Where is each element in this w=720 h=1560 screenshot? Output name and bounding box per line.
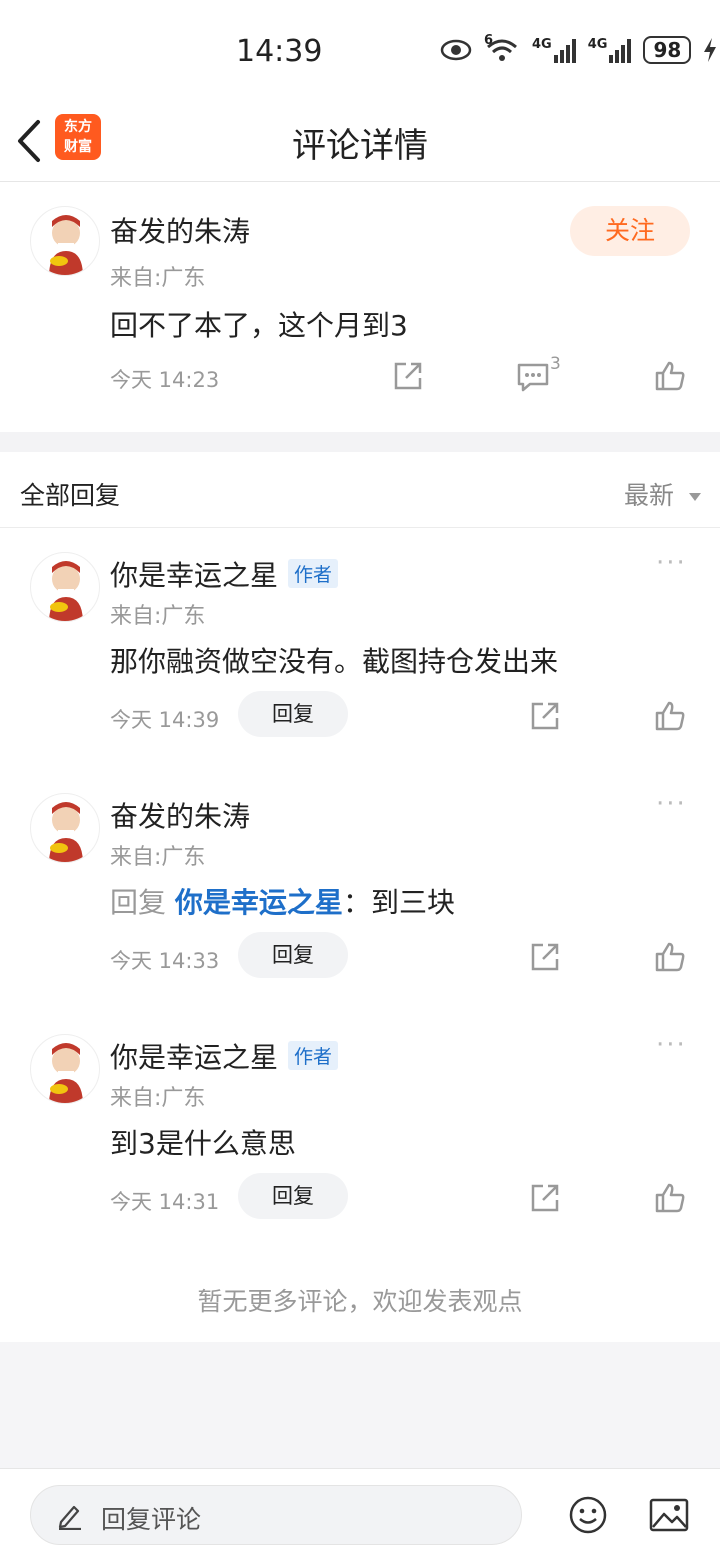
avatar[interactable] [30, 1034, 100, 1104]
emoji-icon[interactable] [568, 1495, 608, 1535]
main-comment: 奋发的朱涛 来自:广东 回不了本了，这个月到3 今天 14:23 关注 3 [0, 182, 720, 432]
top-nav: 东方 财富 评论详情 [0, 100, 720, 182]
replies-section: 全部回复 最新 你是幸运之星 作者 来自:广东 那你融资做空没有。截图持仓发出来 … [0, 452, 720, 1342]
author-badge: 作者 [288, 559, 339, 588]
comment-icon[interactable] [516, 362, 550, 392]
battery-indicator: 98 [643, 36, 692, 64]
avatar-image [49, 802, 83, 862]
reply-input-placeholder: 回复评论 [101, 1505, 202, 1534]
reply-location: 来自:广东 [110, 845, 206, 870]
reply-username[interactable]: 你是幸运之星 作者 [110, 1036, 339, 1076]
share-icon[interactable] [529, 700, 561, 732]
network-type-1: 4G [532, 37, 552, 52]
avatar[interactable] [30, 206, 100, 276]
share-icon[interactable] [529, 1182, 561, 1214]
reply-location: 来自:广东 [110, 604, 206, 629]
eye-icon [440, 39, 472, 61]
charging-icon [704, 38, 717, 62]
sort-label: 最新 [624, 481, 675, 510]
more-options-icon[interactable]: ··· [656, 1030, 687, 1060]
reply-button[interactable]: 回复 [238, 1173, 348, 1219]
like-icon[interactable] [654, 700, 686, 732]
comment-time: 今天 14:23 [110, 368, 220, 392]
like-icon[interactable] [654, 941, 686, 973]
more-options-icon[interactable]: ··· [656, 548, 687, 578]
page-title: 评论详情 [292, 126, 428, 166]
reply-content: 那你融资做空没有。截图持仓发出来 [110, 645, 559, 678]
avatar-image [49, 215, 83, 275]
pencil-icon [58, 1505, 81, 1530]
avatar-image [49, 561, 83, 621]
reply-time: 今天 14:31 [110, 1190, 220, 1214]
signal-icon-2: 4G [588, 37, 632, 63]
caret-down-icon [688, 493, 701, 501]
avatar[interactable] [30, 793, 100, 863]
reply-content: 回复 你是幸运之星：到三块 [110, 881, 455, 921]
reply-to-user-link[interactable]: 你是幸运之星 [175, 886, 343, 919]
reply-time: 今天 14:33 [110, 949, 220, 973]
like-icon[interactable] [654, 1182, 686, 1214]
reply-time: 今天 14:39 [110, 708, 220, 732]
reply-username[interactable]: 你是幸运之星 作者 [110, 554, 339, 594]
avatar[interactable] [30, 552, 100, 622]
share-icon[interactable] [392, 360, 424, 392]
reply-item: 奋发的朱涛 来自:广东 回复 你是幸运之星：到三块 今天 14:33 回复 ··… [0, 769, 720, 1009]
reply-text: ：到三块 [342, 886, 455, 919]
replies-header: 全部回复 最新 [0, 452, 720, 528]
reply-button[interactable]: 回复 [238, 691, 348, 737]
reply-item: 你是幸运之星 作者 来自:广东 到3是什么意思 今天 14:31 回复 ··· [0, 1010, 720, 1250]
more-options-icon[interactable]: ··· [656, 789, 687, 819]
section-divider [0, 432, 720, 452]
reply-location: 来自:广东 [110, 1086, 206, 1111]
status-icons: 6 4G 4G 98 [440, 33, 717, 64]
reply-item: 你是幸运之星 作者 来自:广东 那你融资做空没有。截图持仓发出来 今天 14:39… [0, 528, 720, 768]
reply-button[interactable]: 回复 [238, 932, 348, 978]
bottom-input-bar: 回复评论 [0, 1468, 720, 1560]
comment-location: 来自:广东 [110, 266, 206, 291]
share-icon[interactable] [529, 941, 561, 973]
reply-input[interactable]: 回复评论 [30, 1485, 522, 1545]
username-text: 你是幸运之星 [110, 559, 279, 592]
reply-content: 到3是什么意思 [110, 1127, 296, 1160]
image-icon[interactable] [648, 1497, 690, 1533]
signal-icon-1: 4G [532, 37, 576, 63]
status-bar: 14:39 6 4G 4G 98 [0, 0, 720, 100]
avatar-image [49, 1043, 83, 1103]
like-icon[interactable] [654, 360, 686, 392]
network-type-2: 4G [587, 37, 608, 52]
wifi-badge: 6 [484, 33, 494, 48]
replies-title: 全部回复 [20, 481, 121, 510]
wifi-icon: 6 [484, 33, 520, 63]
sort-dropdown[interactable]: 最新 [624, 476, 702, 512]
comment-username[interactable]: 奋发的朱涛 [110, 210, 250, 250]
comment-content: 回不了本了，这个月到3 [110, 309, 408, 342]
follow-button[interactable]: 关注 [570, 206, 690, 256]
reply-count: 3 [550, 354, 561, 374]
no-more-comments: 暂无更多评论，欢迎发表观点 [197, 1287, 523, 1316]
status-time: 14:39 [236, 34, 323, 69]
reply-username[interactable]: 奋发的朱涛 [110, 795, 250, 835]
username-text: 你是幸运之星 [110, 1041, 279, 1074]
author-badge: 作者 [288, 1041, 339, 1070]
reply-prefix: 回复 [110, 886, 167, 919]
